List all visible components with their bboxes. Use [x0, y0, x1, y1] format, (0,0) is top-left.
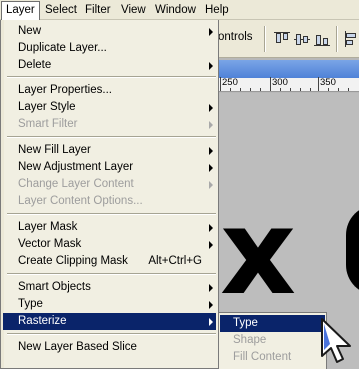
- submenu-arrow-icon: [209, 164, 213, 172]
- menu-item-label: Smart Objects: [18, 281, 91, 293]
- menu-item-label: Smart Filter: [18, 118, 78, 130]
- menu-separator: [7, 213, 216, 215]
- canvas-type-layer-text: x: [220, 183, 297, 321]
- ruler-tick: [310, 88, 311, 91]
- submenu-arrow-icon: [209, 284, 213, 292]
- ruler-label: 250: [222, 77, 238, 88]
- menu-item-layer-mask[interactable]: Layer Mask: [3, 219, 216, 236]
- show-transform-controls-label: ontrols: [218, 31, 253, 43]
- menu-separator: [7, 273, 216, 275]
- menu-item-vector-mask[interactable]: Vector Mask: [3, 236, 216, 253]
- menu-item-label: Create Clipping Mask: [18, 255, 128, 267]
- menu-item-smart-objects[interactable]: Smart Objects: [3, 279, 216, 296]
- menu-layer[interactable]: Layer: [1, 1, 40, 20]
- menu-item-label: Layer Style: [18, 101, 76, 113]
- menu-item-new-layer-based-slice[interactable]: New Layer Based Slice: [3, 339, 216, 356]
- submenu-item-type[interactable]: Type: [220, 315, 325, 332]
- ruler-tick: [230, 88, 231, 91]
- menu-item-label: Rasterize: [18, 315, 67, 327]
- menu-item-duplicate-layer[interactable]: Duplicate Layer...: [3, 40, 216, 57]
- ruler-tick: [250, 88, 251, 91]
- menu-select[interactable]: Select: [41, 2, 81, 18]
- submenu-item-fill-content: Fill Content: [233, 351, 292, 363]
- horizontal-ruler: 250 300 350: [216, 77, 359, 92]
- menu-item-type[interactable]: Type: [3, 296, 216, 313]
- menu-item-label: New: [18, 25, 42, 37]
- submenu-arrow-icon: [209, 318, 213, 326]
- submenu-arrow-icon: [209, 62, 213, 70]
- ruler-tick: [270, 77, 271, 91]
- submenu-arrow-icon: [209, 301, 213, 309]
- menu-item-change-layer-content: Change Layer Content: [3, 176, 216, 193]
- menu-item-label: New Layer Based Slice: [18, 341, 137, 353]
- align-top-edges-icon[interactable]: [274, 31, 290, 47]
- menu-item-new-fill-layer[interactable]: New Fill Layer: [3, 142, 216, 159]
- ruler-label: 300: [272, 77, 288, 88]
- menu-item-label: Layer Properties...: [18, 84, 112, 96]
- options-bar: ontrols: [216, 20, 359, 58]
- canvas-type-layer-partial-glyph: [346, 205, 359, 295]
- submenu-arrow-icon: [209, 181, 213, 189]
- ruler-tick: [328, 88, 329, 91]
- menu-window[interactable]: Window: [151, 2, 200, 18]
- menu-item-rasterize[interactable]: Rasterize: [3, 313, 216, 330]
- submenu-arrow-icon: [209, 224, 213, 232]
- menu-item-smart-filter: Smart Filter: [3, 116, 216, 133]
- submenu-arrow-icon: [209, 241, 213, 249]
- rasterize-submenu: Type Shape Fill Content: [218, 312, 327, 369]
- menu-item-delete[interactable]: Delete: [3, 57, 216, 74]
- menu-separator: [7, 136, 216, 138]
- ruler-tick: [280, 88, 281, 91]
- menu-item-layer-content-options: Layer Content Options...: [3, 193, 216, 210]
- ruler-tick: [240, 88, 241, 91]
- ruler-tick: [220, 77, 221, 91]
- menu-item-create-clipping-mask[interactable]: Create Clipping Mask Alt+Ctrl+G: [3, 253, 216, 270]
- menu-item-label: New Fill Layer: [18, 144, 91, 156]
- ruler-tick: [348, 88, 349, 91]
- menu-item-layer-style[interactable]: Layer Style: [3, 99, 216, 116]
- menu-item-shortcut: Alt+Ctrl+G: [148, 255, 202, 267]
- submenu-arrow-icon: [209, 104, 213, 112]
- menu-item-label: Layer Content Options...: [18, 195, 143, 207]
- ruler-tick: [338, 88, 339, 91]
- menu-item-new[interactable]: New: [3, 23, 216, 40]
- options-separator: [336, 26, 338, 52]
- menu-item-label: New Adjustment Layer: [18, 161, 134, 173]
- submenu-arrow-icon: [209, 121, 213, 129]
- menu-item-label: Layer Mask: [18, 221, 78, 233]
- menu-help[interactable]: Help: [201, 2, 233, 18]
- menu-item-label: Duplicate Layer...: [18, 42, 107, 54]
- menu-item-label: Type: [18, 298, 43, 310]
- ruler-label: 350: [320, 77, 336, 88]
- menu-separator: [7, 76, 216, 78]
- menu-bar: Layer Select Filter View Window Help: [0, 0, 359, 20]
- document-title-bar[interactable]: [216, 60, 359, 78]
- mouse-pointer-icon: [321, 318, 351, 363]
- menu-filter[interactable]: Filter: [81, 2, 115, 18]
- align-left-edges-icon[interactable]: [344, 31, 359, 47]
- submenu-arrow-icon: [209, 28, 213, 36]
- ruler-tick: [260, 88, 261, 91]
- menu-item-layer-properties[interactable]: Layer Properties...: [3, 82, 216, 99]
- menu-item-label: Change Layer Content: [18, 178, 134, 190]
- menu-item-new-adjustment-layer[interactable]: New Adjustment Layer: [3, 159, 216, 176]
- submenu-item-shape: Shape: [233, 334, 267, 346]
- ruler-tick: [300, 88, 301, 91]
- layer-menu: New Duplicate Layer... Delete Layer Prop…: [0, 20, 219, 369]
- menu-view[interactable]: View: [117, 2, 150, 18]
- options-separator: [264, 26, 266, 52]
- ruler-tick: [318, 77, 319, 91]
- menu-item-label: Vector Mask: [18, 238, 82, 250]
- align-vertical-centers-icon[interactable]: [294, 31, 310, 47]
- ruler-tick: [290, 88, 291, 91]
- menu-item-label: Delete: [18, 59, 52, 71]
- submenu-arrow-icon: [209, 147, 213, 155]
- menu-separator: [7, 333, 216, 335]
- align-bottom-edges-icon[interactable]: [314, 31, 330, 47]
